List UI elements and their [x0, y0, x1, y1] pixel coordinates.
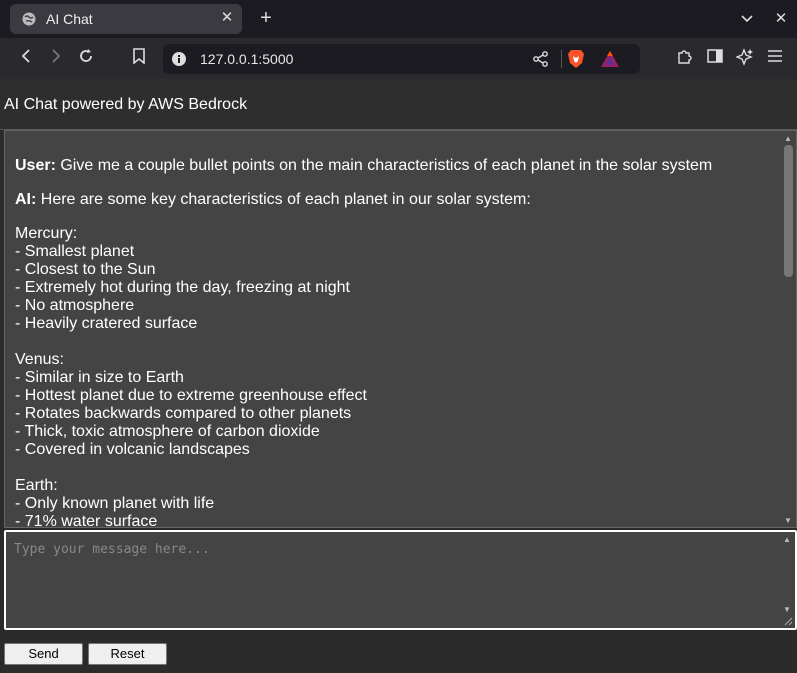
speaker-label: AI:	[15, 191, 37, 208]
rewards-icon[interactable]	[600, 50, 620, 68]
tab-ai-chat[interactable]: AI Chat ✕	[10, 4, 242, 34]
ai-message: AI: Here are some key characteristics of…	[15, 191, 775, 209]
forward-icon[interactable]	[45, 48, 67, 70]
app-header: AI Chat powered by AWS Bedrock	[0, 79, 797, 130]
message-input[interactable]	[6, 532, 781, 628]
url-text[interactable]: 127.0.0.1:5000	[200, 51, 293, 67]
menu-icon[interactable]	[764, 48, 786, 70]
brave-shield-icon[interactable]	[567, 49, 585, 69]
tab-bar: AI Chat ✕ + ✕	[0, 0, 797, 38]
page-title: AI Chat powered by AWS Bedrock	[4, 96, 248, 113]
scroll-up-icon[interactable]: ▲	[783, 535, 791, 544]
close-window-icon[interactable]: ✕	[771, 9, 791, 29]
send-button[interactable]: Send	[4, 643, 83, 665]
extensions-icon[interactable]	[674, 48, 696, 70]
reset-button[interactable]: Reset	[88, 643, 167, 665]
address-bar[interactable]: 127.0.0.1:5000	[163, 44, 640, 74]
chat-scrollbar[interactable]: ▲ ▼	[781, 131, 796, 527]
message-input-container: ▲ ▼	[4, 530, 797, 630]
scroll-down-icon[interactable]: ▼	[783, 605, 791, 614]
close-tab-icon[interactable]: ✕	[218, 9, 236, 27]
chat-box[interactable]: User: Give me a couple bullet points on …	[4, 130, 797, 528]
user-message: User: Give me a couple bullet points on …	[15, 157, 775, 175]
navigation-bar: 127.0.0.1:5000	[0, 38, 797, 79]
chevron-down-icon[interactable]	[737, 9, 757, 29]
back-icon[interactable]	[15, 48, 37, 70]
tab-title: AI Chat	[46, 11, 93, 27]
ai-response-body: Mercury: - Smallest planet - Closest to …	[15, 225, 367, 528]
share-icon[interactable]	[532, 50, 550, 68]
chat-messages: User: Give me a couple bullet points on …	[15, 157, 775, 528]
scroll-up-icon[interactable]: ▲	[784, 134, 792, 143]
bookmark-icon[interactable]	[128, 48, 150, 70]
input-scrollbar[interactable]: ▲ ▼	[780, 532, 795, 628]
reload-icon[interactable]	[75, 48, 97, 70]
message-text: Here are some key characteristics of eac…	[36, 191, 531, 208]
scroll-down-icon[interactable]: ▼	[784, 516, 792, 525]
sidebar-icon[interactable]	[704, 48, 726, 70]
new-tab-icon[interactable]: +	[256, 8, 276, 28]
divider	[561, 50, 562, 68]
leo-ai-icon[interactable]	[734, 48, 756, 70]
resize-grip-icon[interactable]	[783, 616, 793, 626]
speaker-label: User:	[15, 157, 56, 174]
globe-icon	[22, 12, 36, 26]
message-text: Give me a couple bullet points on the ma…	[55, 157, 713, 174]
scroll-thumb[interactable]	[784, 145, 793, 277]
site-info-icon[interactable]	[171, 51, 187, 67]
